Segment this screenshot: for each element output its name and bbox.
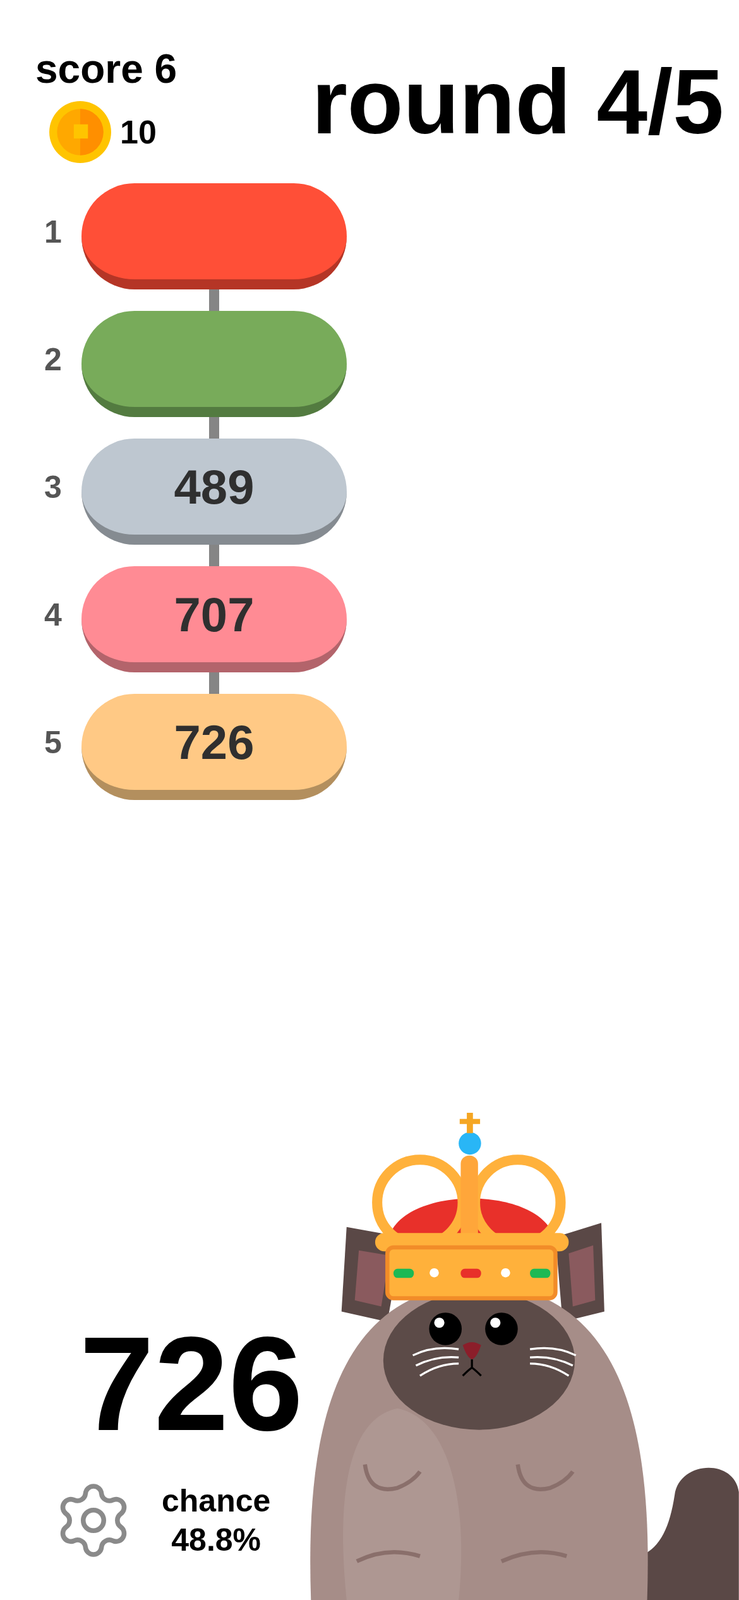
round-title: round 4/5 xyxy=(311,51,724,153)
slot-row: 5 726 xyxy=(0,693,739,800)
coin-counter: 10 xyxy=(48,99,177,165)
connector-row xyxy=(0,289,739,311)
slot-row: 3 489 xyxy=(0,438,739,545)
slot-index: 1 xyxy=(37,213,69,259)
coin-count: 10 xyxy=(120,114,157,151)
connector xyxy=(209,413,220,439)
slot-filled: 726 xyxy=(81,693,347,800)
chance: chance48.8% xyxy=(161,1480,271,1560)
connector xyxy=(209,668,220,694)
connector xyxy=(209,540,220,566)
cat-mascot xyxy=(305,1112,739,1600)
bottom-bar: 726 chance48.8% xyxy=(0,1112,739,1600)
connector-row xyxy=(0,544,739,566)
connector xyxy=(209,285,220,311)
coin-icon xyxy=(48,99,113,165)
slot-list: 1 2 3 489 4 707 5 726 xyxy=(0,183,739,800)
slot-filled: 707 xyxy=(81,565,347,673)
king-cat-icon xyxy=(305,1112,739,1600)
slot-row: 1 xyxy=(0,183,739,290)
slot-empty[interactable] xyxy=(81,183,347,290)
chance-label: chance xyxy=(161,1480,271,1521)
current-number: 726 xyxy=(50,1313,304,1454)
score: score 6 xyxy=(35,46,177,91)
gear-icon[interactable] xyxy=(52,1478,135,1561)
slot-index: 2 xyxy=(37,341,69,387)
connector-row xyxy=(0,416,739,439)
connector-row xyxy=(0,672,739,694)
game-screen: score 6 10 round 4/5 1 2 3 489 4 707 5 726 726 chanc… xyxy=(0,0,739,1600)
current-panel: 726 chance48.8% xyxy=(0,1313,304,1600)
settings-button[interactable] xyxy=(50,1476,137,1563)
slot-row: 4 707 xyxy=(0,565,739,673)
chance-value: 48.8% xyxy=(171,1519,261,1560)
slot-row: 2 xyxy=(0,310,739,417)
stats: score 6 10 xyxy=(35,46,177,165)
slot-empty[interactable] xyxy=(81,310,347,417)
slot-index: 4 xyxy=(37,596,69,642)
slot-index: 3 xyxy=(37,468,69,515)
control-row: chance48.8% xyxy=(50,1476,304,1563)
slot-index: 5 xyxy=(37,723,69,770)
slot-filled: 489 xyxy=(81,438,347,545)
header: score 6 10 round 4/5 xyxy=(0,0,739,165)
